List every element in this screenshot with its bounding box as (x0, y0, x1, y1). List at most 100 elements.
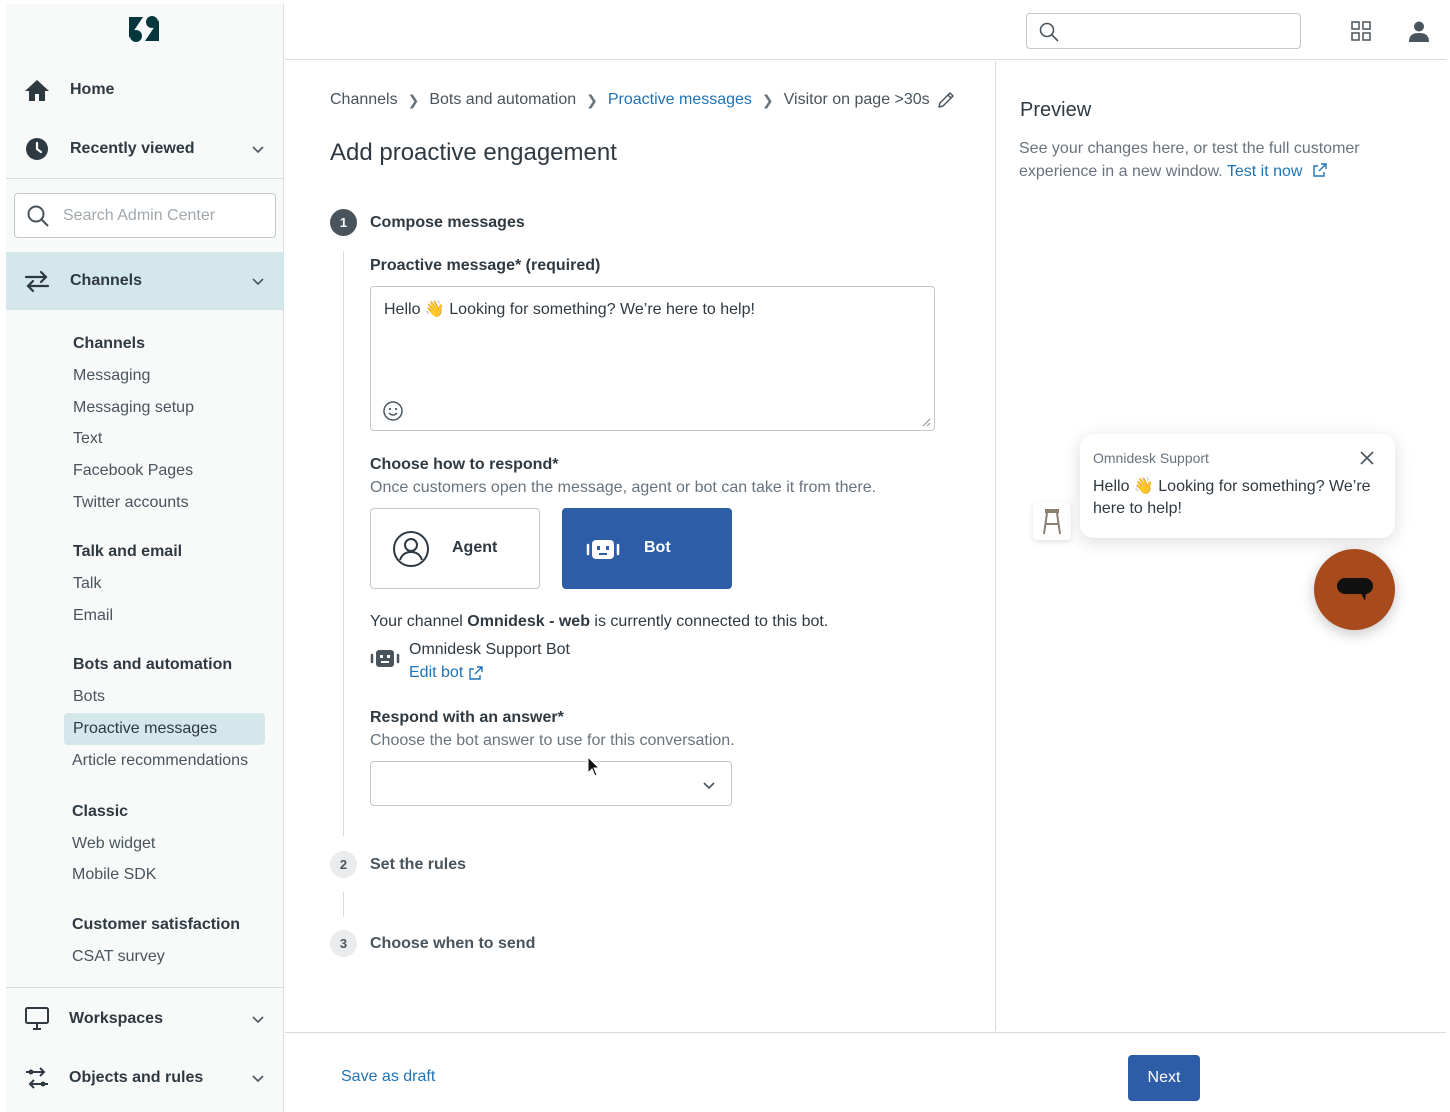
proactive-message-value[interactable]: Hello 👋 Looking for something? We’re her… (384, 299, 755, 319)
edit-bot-label: Edit bot (409, 664, 464, 681)
answer-label: Respond with an answer* (370, 709, 564, 726)
top-bar (285, 4, 1446, 60)
user-profile-icon[interactable] (1407, 19, 1431, 43)
stool-avatar-icon (1043, 509, 1061, 535)
page-title: Add proactive engagement (330, 139, 617, 166)
apps-grid-icon[interactable] (1349, 19, 1373, 43)
home-icon (24, 77, 50, 103)
objects-rules-icon (24, 1065, 50, 1091)
subnav-item-csat-survey[interactable]: CSAT survey (72, 948, 165, 966)
answer-select[interactable] (370, 761, 732, 806)
respond-bot-option[interactable]: Bot (562, 508, 732, 589)
step-3-number: 3 (330, 930, 357, 957)
external-link-icon (469, 666, 483, 680)
clock-icon (24, 136, 50, 162)
subnav-item-web-widget[interactable]: Web widget (72, 835, 155, 853)
nav-home[interactable]: Home (6, 64, 284, 116)
admin-search-field[interactable] (14, 193, 276, 238)
external-link-icon (1313, 163, 1327, 177)
proactive-message-bubble[interactable]: Omnidesk Support Hello 👋 Looking for som… (1080, 434, 1395, 538)
channel-connection-note: Your channel Omnidesk - web is currently… (370, 613, 828, 631)
next-button[interactable]: Next (1128, 1055, 1200, 1101)
step-2-label[interactable]: Set the rules (370, 856, 466, 874)
global-search-field[interactable] (1026, 13, 1301, 49)
chevron-down-icon (252, 1016, 264, 1024)
subnav-heading-channels: Channels (73, 335, 146, 352)
subnav-item-mobile-sdk[interactable]: Mobile SDK (72, 866, 156, 884)
respond-agent-option[interactable]: Agent (370, 508, 540, 589)
monitor-icon (24, 1006, 50, 1032)
subnav-item-bots[interactable]: Bots (73, 688, 105, 706)
search-icon (1039, 22, 1059, 42)
resize-handle-icon[interactable] (921, 417, 931, 427)
nav-channels[interactable]: Channels (6, 252, 284, 310)
step-1-number: 1 (330, 209, 357, 236)
chevron-down-icon (703, 782, 715, 790)
emoji-smile-icon[interactable] (382, 400, 404, 422)
step-3-label[interactable]: Choose when to send (370, 935, 535, 953)
subnav-heading-classic: Classic (72, 803, 129, 820)
subnav-heading-customer-satisfaction: Customer satisfaction (72, 916, 241, 933)
breadcrumb-current-name: Visitor on page >30s (783, 91, 930, 108)
respond-bot-label: Bot (644, 539, 671, 556)
step-1-label[interactable]: Compose messages (370, 214, 525, 232)
zendesk-logo[interactable] (126, 14, 162, 44)
proactive-message-textarea[interactable]: Hello 👋 Looking for something? We’re her… (370, 286, 935, 431)
test-it-now-label: Test it now (1226, 163, 1303, 180)
chevron-right-icon: ❯ (586, 91, 598, 108)
pencil-edit-icon[interactable] (936, 90, 956, 110)
subnav-item-proactive-messages[interactable]: Proactive messages (64, 713, 265, 745)
search-icon (27, 205, 49, 227)
respond-label: Choose how to respond* (370, 456, 559, 473)
chevron-down-icon (252, 146, 264, 154)
nav-workspaces[interactable]: Workspaces (6, 993, 284, 1045)
step-connector-line (343, 892, 344, 917)
subnav-item-text[interactable]: Text (73, 430, 102, 448)
breadcrumb-bots-automation[interactable]: Bots and automation (429, 91, 576, 109)
subnav-item-twitter-accounts[interactable]: Twitter accounts (73, 494, 189, 512)
chat-bubble-icon (1336, 577, 1373, 601)
subnav-item-email[interactable]: Email (73, 607, 113, 625)
admin-search-input[interactable] (63, 202, 263, 230)
preview-title: Preview (1020, 99, 1092, 121)
sidebar-divider (6, 987, 284, 988)
main-content: Channels ❯ Bots and automation ❯ Proacti… (285, 61, 996, 1031)
test-it-now-link[interactable]: Test it now (1227, 163, 1327, 180)
mouse-pointer-icon (587, 756, 601, 777)
channel-note-suffix: is currently connected to this bot. (589, 613, 829, 630)
save-draft-button[interactable]: Save as draft (341, 1068, 435, 1086)
subnav-heading-bots-automation: Bots and automation (73, 656, 233, 673)
subnav-item-article-recommendations[interactable]: Article recommendations (72, 752, 248, 770)
nav-home-label: Home (70, 81, 115, 98)
global-search-input[interactable] (1069, 19, 1289, 43)
nav-recently-viewed[interactable]: Recently viewed (6, 123, 284, 175)
chevron-right-icon: ❯ (761, 91, 774, 108)
respond-agent-label: Agent (452, 539, 498, 556)
nav-recently-viewed-label: Recently viewed (70, 140, 195, 157)
subnav-item-messaging[interactable]: Messaging (73, 367, 150, 385)
close-icon[interactable] (1359, 450, 1375, 466)
breadcrumb: Channels ❯ Bots and automation ❯ Proacti… (330, 89, 956, 111)
bot-avatar (1033, 502, 1071, 540)
edit-bot-link[interactable]: Edit bot (409, 664, 483, 682)
subnav-item-talk[interactable]: Talk (73, 575, 101, 593)
channel-name: Omnidesk - web (467, 613, 590, 630)
sidebar-divider (6, 178, 284, 179)
subnav-item-messaging-setup[interactable]: Messaging setup (73, 399, 194, 417)
agent-person-icon (393, 531, 429, 567)
nav-channels-label: Channels (70, 272, 143, 289)
channel-note-prefix: Your channel (370, 613, 468, 630)
proactive-message-label: Proactive message* (required) (370, 257, 601, 274)
subnav-item-facebook-pages[interactable]: Facebook Pages (73, 462, 193, 480)
nav-workspaces-label: Workspaces (69, 1010, 163, 1027)
bot-icon (370, 650, 400, 667)
breadcrumb-channels[interactable]: Channels (330, 91, 398, 109)
channels-arrows-icon (24, 268, 50, 294)
admin-sidebar: Home Recently viewed Channels Channels M… (6, 4, 284, 1112)
breadcrumb-proactive-messages[interactable]: Proactive messages (608, 91, 752, 109)
step-2-number: 2 (330, 851, 357, 878)
footer-bar: Save as draft Next (285, 1032, 1446, 1112)
chevron-down-icon (252, 278, 264, 286)
nav-objects-rules[interactable]: Objects and rules (6, 1052, 284, 1104)
messaging-launcher-button[interactable] (1314, 549, 1395, 630)
